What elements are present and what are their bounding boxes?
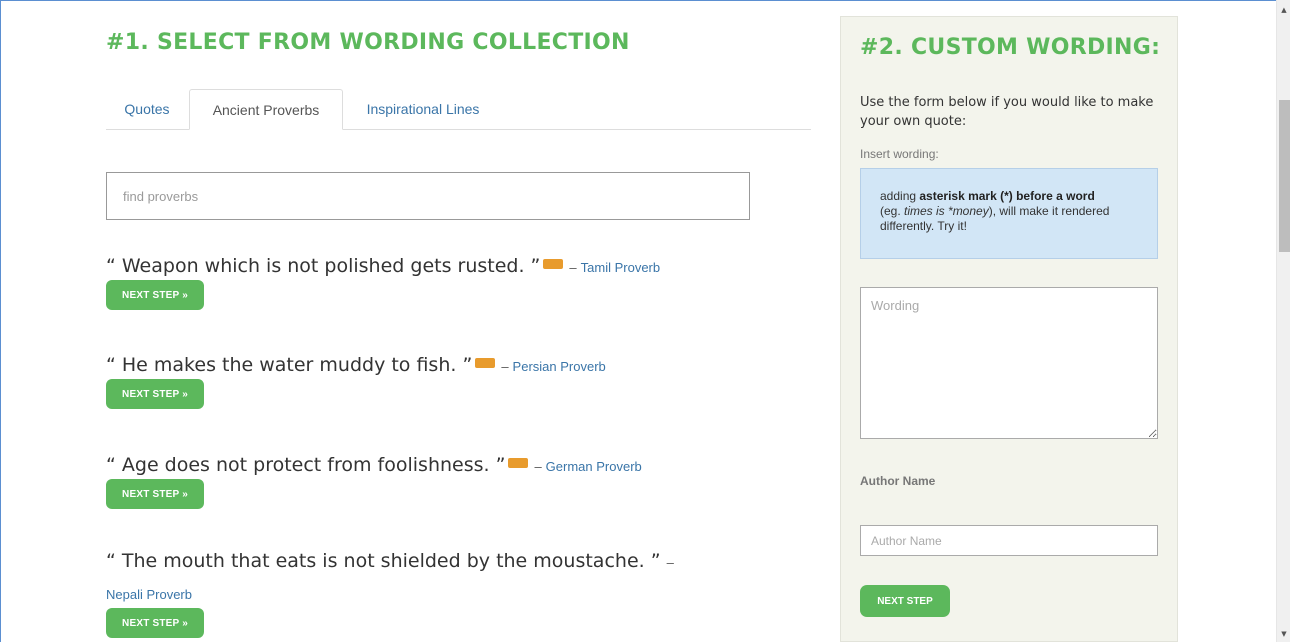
proverb-dash: – <box>569 260 577 275</box>
proverb-author-link[interactable]: German Proverb <box>546 459 642 474</box>
new-badge-icon <box>475 358 496 368</box>
proverb-author-link[interactable]: Nepali Proverb <box>106 587 192 602</box>
proverb-dash: – <box>534 459 542 474</box>
info-bold: asterisk mark (*) before a word <box>919 189 1095 203</box>
proverb-item: “ Age does not protect from foolishness.… <box>106 454 812 509</box>
wording-textarea[interactable] <box>860 287 1158 439</box>
proverb-text: “ The mouth that eats is not shielded by… <box>106 550 661 572</box>
proverb-dash: – <box>501 359 509 374</box>
wording-collection-section: #1. SELECT FROM WORDING COLLECTION Quote… <box>106 0 812 642</box>
proverb-author-link[interactable]: Persian Proverb <box>513 359 606 374</box>
next-step-button[interactable]: NEXT STEP » <box>106 379 204 409</box>
proverb-line: “ The mouth that eats is not shielded by… <box>106 550 812 572</box>
proverb-item: “ The mouth that eats is not shielded by… <box>106 550 812 638</box>
info-example: times is *money <box>904 204 989 218</box>
tab-inspirational-lines[interactable]: Inspirational Lines <box>343 89 503 129</box>
insert-wording-label: Insert wording: <box>860 147 939 161</box>
proverb-item: “ He makes the water muddy to fish. ” – Pe… <box>106 354 812 409</box>
new-badge-icon <box>508 458 529 468</box>
proverb-text: “ Age does not protect from foolishness.… <box>106 454 506 476</box>
proverb-line: “ Weapon which is not polished gets rust… <box>106 255 812 277</box>
proverb-line: “ He makes the water muddy to fish. ” – Pe… <box>106 354 812 376</box>
author-name-label: Author Name <box>860 474 936 488</box>
proverb-text: “ He makes the water muddy to fish. ” <box>106 354 473 376</box>
collection-heading: #1. SELECT FROM WORDING COLLECTION <box>106 30 630 55</box>
custom-intro-text: Use the form below if you would like to … <box>860 95 1154 129</box>
proverb-line: “ Age does not protect from foolishness.… <box>106 454 812 476</box>
scrollbar-thumb[interactable] <box>1279 100 1290 252</box>
custom-next-step-button[interactable]: NEXT STEP <box>860 585 950 617</box>
info-prefix: adding <box>880 189 920 203</box>
info-line2-prefix: (eg. <box>880 204 905 218</box>
proverb-dash: – <box>666 555 674 570</box>
page-scrollbar[interactable]: ▲ ▼ <box>1276 0 1290 642</box>
tab-ancient-proverbs[interactable]: Ancient Proverbs <box>189 89 343 130</box>
proverb-text: “ Weapon which is not polished gets rust… <box>106 255 541 277</box>
window-border-left <box>0 0 1 642</box>
next-step-button[interactable]: NEXT STEP » <box>106 479 204 509</box>
asterisk-info-box: adding asterisk mark (*) before a word (… <box>860 168 1158 259</box>
next-step-button[interactable]: NEXT STEP » <box>106 608 204 638</box>
proverb-author-link[interactable]: Tamil Proverb <box>581 260 660 275</box>
find-proverbs-input[interactable] <box>106 172 750 220</box>
proverb-item: “ Weapon which is not polished gets rust… <box>106 255 812 310</box>
custom-wording-panel: #2. CUSTOM WORDING: Use the form below i… <box>840 16 1178 642</box>
custom-heading: #2. CUSTOM WORDING: <box>860 35 1161 60</box>
new-badge-icon <box>543 259 564 269</box>
tab-quotes[interactable]: Quotes <box>106 89 188 129</box>
scroll-up-arrow-icon[interactable]: ▲ <box>1277 2 1290 18</box>
proverb-author-line: Nepali Proverb <box>106 584 812 603</box>
next-step-button[interactable]: NEXT STEP » <box>106 280 204 310</box>
author-name-input[interactable] <box>860 525 1158 556</box>
scroll-down-arrow-icon[interactable]: ▼ <box>1277 626 1290 642</box>
proverb-tabs: Quotes Ancient Proverbs Inspirational Li… <box>106 89 811 130</box>
